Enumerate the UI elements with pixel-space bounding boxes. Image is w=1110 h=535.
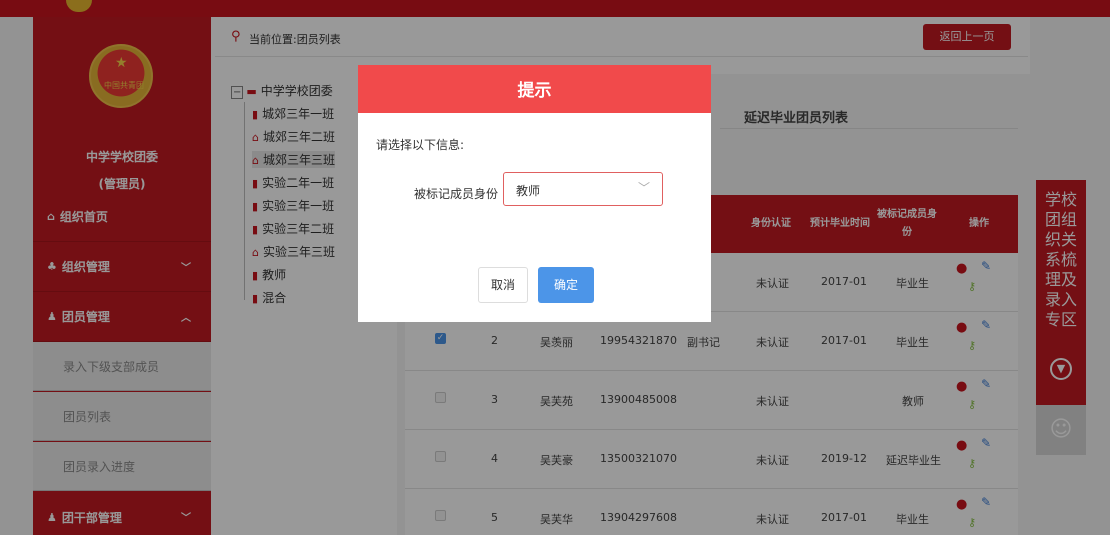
confirm-button[interactable]: 确定 — [538, 267, 594, 303]
cancel-button[interactable]: 取消 — [478, 267, 528, 303]
prompt-dialog: 提示 请选择以下信息: 被标记成员身份 教师 ﹀ 取消 确定 — [358, 65, 711, 322]
marked-identity-select[interactable]: 教师 ﹀ — [503, 172, 663, 206]
dialog-prompt: 请选择以下信息: — [376, 138, 465, 152]
select-value: 教师 — [516, 184, 541, 198]
chevron-down-icon: ﹀ — [637, 181, 650, 195]
marked-identity-label: 被标记成员身份 — [414, 187, 499, 201]
dialog-title: 提示 — [358, 65, 711, 113]
